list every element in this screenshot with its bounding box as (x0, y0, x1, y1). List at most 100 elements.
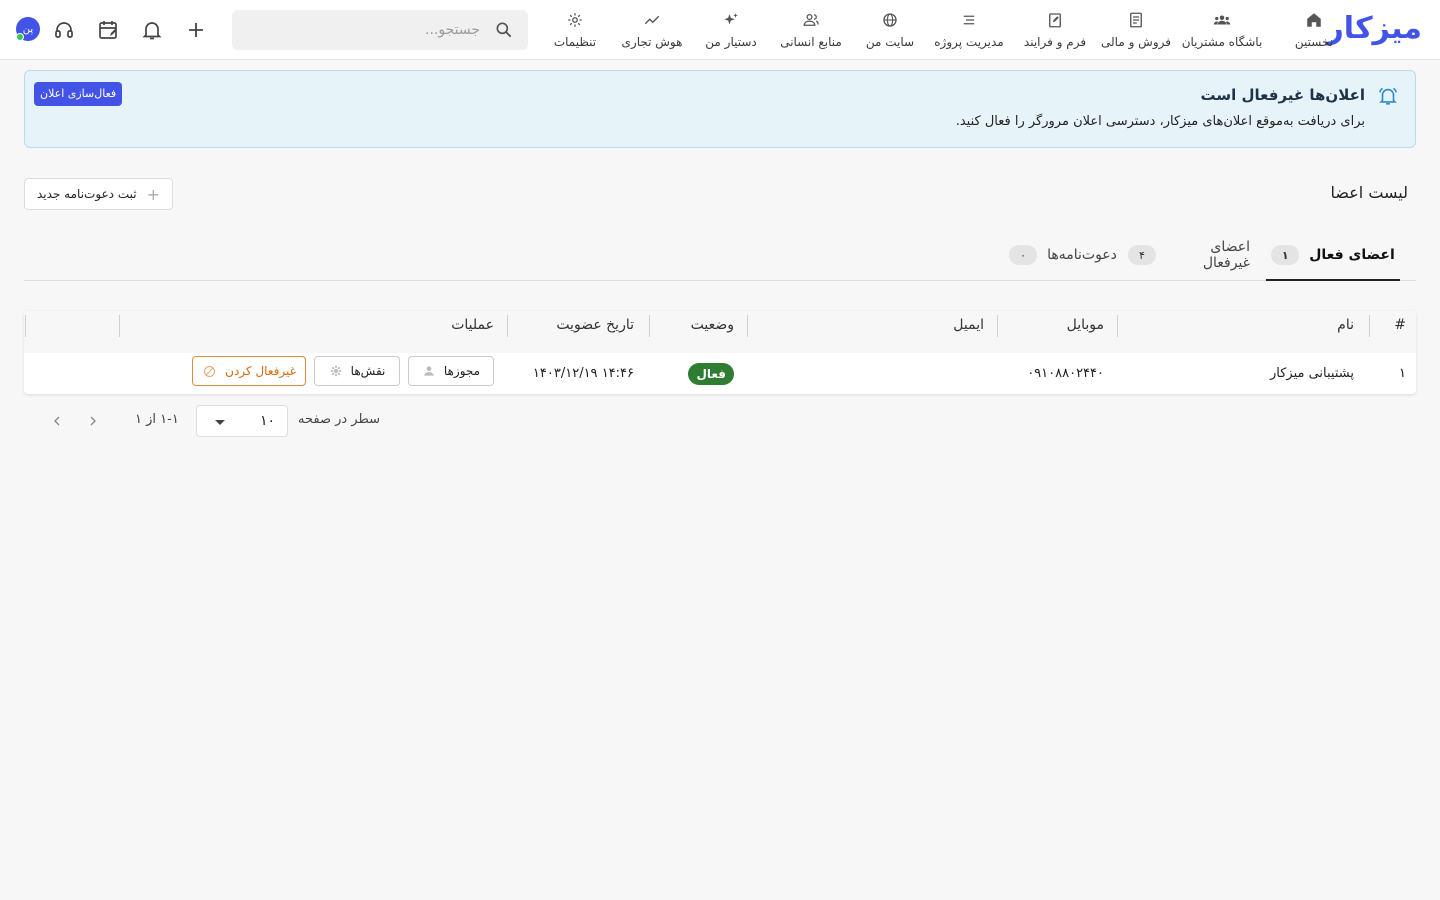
headset-icon[interactable] (52, 18, 76, 42)
top-bar: میزکار نخستین باشگاه مشتریان فروش و مالی… (0, 0, 1440, 60)
nav-item-label: مدیریت پروژه (934, 35, 1004, 49)
rows-per-page-select[interactable]: ۱۰ (196, 405, 288, 437)
person-group-icon (803, 13, 819, 26)
tab-inactive-members[interactable]: اعضای غیرفعال ۴ (1128, 230, 1250, 280)
page-range-text: ۱-۱ از ۱ (135, 412, 179, 427)
sparkle-icon (724, 13, 738, 25)
deactivate-button[interactable]: غیرفعال کردن (192, 356, 306, 386)
calendar-edit-icon[interactable] (96, 18, 120, 42)
search-box (232, 10, 528, 50)
column-header-email: ایمیل (953, 317, 984, 333)
nav-item-home[interactable]: نخستین (1284, 0, 1344, 60)
nav-item-sales[interactable]: فروش و مالی (1098, 0, 1174, 60)
nav-item-label: هوش تجاری (621, 35, 683, 49)
tab-invitations[interactable]: دعوت‌نامه‌ها ۰ (1009, 230, 1117, 280)
gear-icon (330, 365, 341, 377)
table-header: # نام موبایل ایمیل وضعیت تاریخ عضویت عمل… (24, 311, 1416, 353)
banner-description: برای دریافت به‌موقع اعلان‌های میزکار، دس… (955, 114, 1365, 129)
trend-icon (644, 15, 660, 25)
dropdown-arrow-icon (215, 420, 225, 425)
column-divider (747, 315, 748, 337)
list-icon (963, 15, 975, 25)
permissions-button[interactable]: مجوزها (408, 356, 494, 386)
nav-item-label: منابع انسانی (780, 35, 842, 49)
avatar[interactable]: پن (16, 17, 40, 41)
nav-item-projects[interactable]: مدیریت پروژه (930, 0, 1008, 60)
notification-banner: اعلان‌ها غیرفعال است برای دریافت به‌موقع… (24, 70, 1416, 148)
column-header-status: وضعیت (690, 317, 734, 333)
nav-item-customers[interactable]: باشگاه مشتریان (1176, 0, 1268, 60)
deactivate-label: غیرفعال کردن (225, 364, 296, 378)
tab-count-badge: ۰ (1009, 245, 1038, 265)
column-header-actions: عملیات (451, 317, 494, 333)
gear-icon (568, 13, 582, 27)
nav-item-label: باشگاه مشتریان (1181, 35, 1263, 49)
pagination: سطر در صفحه ۱۰ ۱-۱ از ۱ (24, 404, 424, 438)
edit-note-icon (1049, 13, 1061, 28)
new-invitation-button[interactable]: + ثبت دعوت‌نامه جدید (24, 178, 173, 210)
column-divider (997, 315, 998, 337)
column-divider (119, 315, 120, 337)
chevron-left-icon[interactable] (46, 410, 68, 432)
permissions-label: مجوزها (443, 364, 481, 378)
rows-per-page-label: سطر در صفحه (298, 412, 381, 427)
people-icon (1213, 15, 1231, 25)
tab-count-badge: ۱ (1271, 245, 1300, 265)
nav-item-label: فروش و مالی (1101, 35, 1171, 49)
plus-icon: + (146, 184, 160, 204)
column-header-name: نام (1337, 317, 1354, 333)
bell-ring-icon (1379, 87, 1397, 105)
nav-item-hr[interactable]: منابع انسانی (772, 0, 850, 60)
column-divider (649, 315, 650, 337)
cell-status: فعال (654, 353, 734, 394)
cell-joined: ۱۴:۴۶ ۱۴۰۳/۱۲/۱۹ (532, 366, 634, 381)
bell-icon[interactable] (140, 18, 164, 42)
cell-index: ۱ (1399, 366, 1406, 381)
members-table: # نام موبایل ایمیل وضعیت تاریخ عضویت عمل… (24, 311, 1416, 394)
block-icon (204, 365, 216, 377)
search-icon[interactable] (494, 20, 514, 40)
nav-item-label: دستیار من (705, 35, 757, 49)
members-tabs: اعضای فعال ۱ اعضای غیرفعال ۴ دعوت‌نامه‌ه… (24, 230, 1416, 281)
tab-label: اعضای فعال (1309, 247, 1395, 263)
cell-name: پشتیبانی میزکار (1269, 366, 1354, 381)
column-header-index: # (1394, 317, 1406, 333)
tab-active-members[interactable]: اعضای فعال ۱ (1266, 230, 1400, 281)
avatar-initials: پن (22, 23, 34, 35)
roles-button[interactable]: نقش‌ها (314, 356, 400, 386)
nav-item-bi[interactable]: هوش تجاری (620, 0, 684, 60)
cell-email (764, 353, 984, 394)
column-header-joined: تاریخ عضویت (556, 317, 634, 333)
chevron-right-icon[interactable] (82, 410, 104, 432)
nav-item-forms[interactable]: فرم و فرایند (1020, 0, 1090, 60)
nav-item-site[interactable]: سایت من (862, 0, 918, 60)
tab-count-badge: ۴ (1128, 245, 1156, 265)
enable-notifications-button[interactable]: فعال‌سازی اعلان (34, 82, 123, 106)
column-divider (1117, 315, 1118, 337)
online-status-dot (16, 33, 24, 41)
nav-item-label: فرم و فرایند (1023, 35, 1087, 49)
add-icon[interactable] (184, 18, 208, 42)
column-header-mobile: موبایل (1066, 317, 1104, 333)
nav-item-settings[interactable]: تنظیمات (550, 0, 600, 60)
banner-title: اعلان‌ها غیرفعال است (1200, 86, 1365, 104)
roles-label: نقش‌ها (350, 364, 386, 378)
home-icon (1307, 13, 1321, 27)
nav-item-label: سایت من (865, 35, 915, 49)
column-divider (507, 315, 508, 337)
nav-item-label: نخستین (1294, 35, 1334, 49)
tab-label: دعوت‌نامه‌ها (1047, 247, 1117, 263)
nav-item-label: تنظیمات (553, 35, 597, 49)
globe-icon (883, 13, 897, 27)
page-title: لیست اعضا (1330, 183, 1408, 202)
person-icon (424, 366, 434, 376)
tab-label: اعضای غیرفعال (1202, 239, 1250, 271)
search-input[interactable] (280, 10, 480, 50)
rows-per-page-value: ۱۰ (259, 413, 275, 429)
status-badge: فعال (688, 362, 734, 385)
column-divider (1369, 315, 1370, 337)
receipt-icon (1130, 12, 1142, 28)
column-divider (25, 315, 26, 337)
nav-item-assistant[interactable]: دستیار من (702, 0, 760, 60)
cell-mobile: ۰۹۱۰۸۸۰۲۴۴۰ (1027, 366, 1104, 381)
